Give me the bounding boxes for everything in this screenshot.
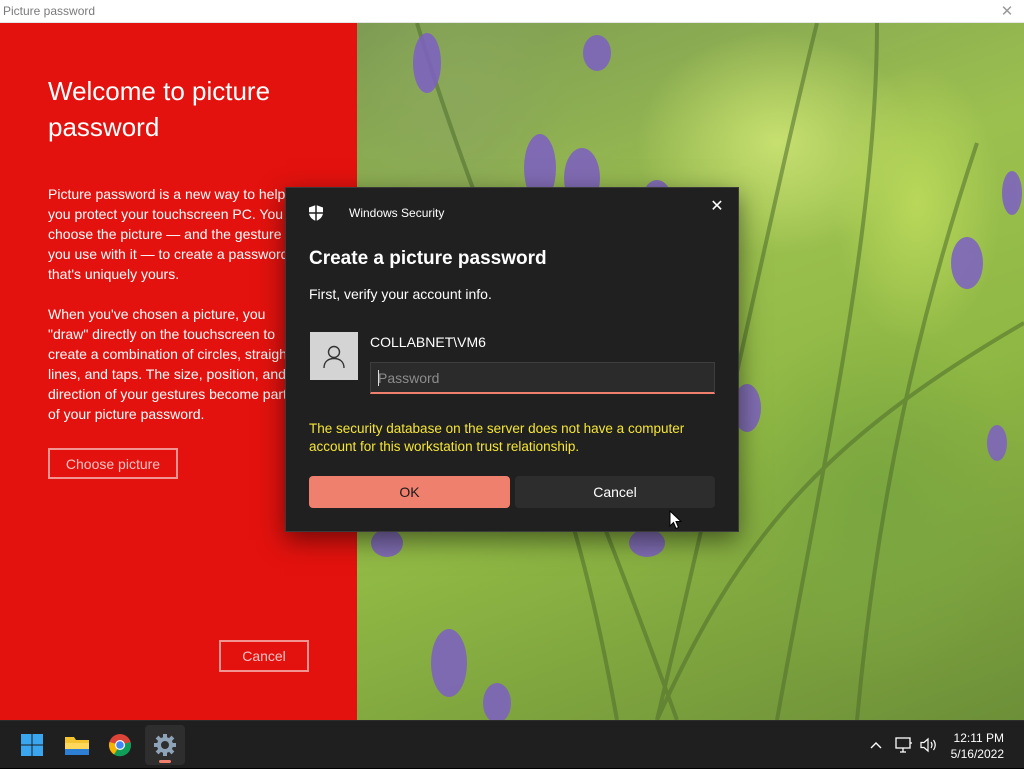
volume-icon[interactable] bbox=[918, 721, 940, 769]
dialog-cancel-button[interactable]: Cancel bbox=[515, 476, 715, 508]
windows-start-icon[interactable] bbox=[12, 725, 52, 765]
mouse-pointer-icon bbox=[669, 510, 683, 530]
system-clock[interactable]: 12:11 PM 5/16/2022 bbox=[951, 730, 1004, 762]
window-close-icon[interactable]: ✕ bbox=[998, 1, 1016, 21]
user-avatar bbox=[310, 332, 358, 380]
window-title: Picture password bbox=[3, 4, 96, 18]
dialog-app-name: Windows Security bbox=[349, 206, 445, 220]
chevron-up-icon[interactable] bbox=[866, 721, 886, 769]
account-username: COLLABNET\VM6 bbox=[370, 334, 486, 350]
welcome-heading: Welcome to picture password bbox=[48, 76, 271, 142]
text-caret bbox=[378, 370, 379, 386]
network-icon[interactable] bbox=[893, 721, 915, 769]
ok-button[interactable]: OK bbox=[309, 476, 510, 508]
user-icon bbox=[323, 345, 345, 369]
taskbar: 12:11 PM 5/16/2022 bbox=[0, 720, 1024, 768]
error-message: The security database on the server does… bbox=[309, 421, 685, 454]
password-input[interactable] bbox=[370, 362, 715, 394]
choose-picture-button[interactable]: Choose picture bbox=[48, 448, 178, 479]
dialog-heading: Create a picture password bbox=[309, 248, 547, 269]
dialog-close-icon[interactable]: ✕ bbox=[707, 196, 727, 216]
settings-icon[interactable] bbox=[145, 725, 185, 765]
window-title-bar: Picture password ✕ bbox=[0, 0, 1024, 23]
file-explorer-icon[interactable] bbox=[57, 725, 97, 765]
intro-cancel-button[interactable]: Cancel bbox=[219, 640, 309, 672]
chrome-icon[interactable] bbox=[100, 725, 140, 765]
dialog-subtitle: First, verify your account info. bbox=[309, 286, 492, 302]
shield-icon bbox=[309, 205, 323, 221]
windows-security-dialog: Windows Security ✕ Create a picture pass… bbox=[285, 187, 739, 532]
active-app-indicator bbox=[159, 760, 171, 763]
clock-date: 5/16/2022 bbox=[950, 747, 1004, 761]
clock-time: 12:11 PM bbox=[953, 731, 1004, 745]
